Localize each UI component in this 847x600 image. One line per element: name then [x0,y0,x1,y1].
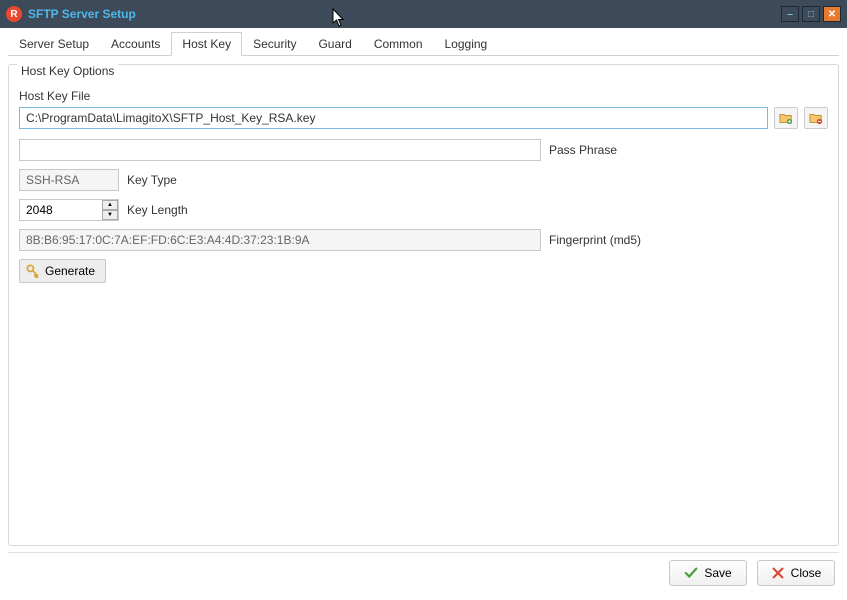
content-area: Server Setup Accounts Host Key Security … [0,28,847,600]
save-button[interactable]: Save [669,560,747,586]
tab-bar: Server Setup Accounts Host Key Security … [8,32,839,56]
titlebar: R SFTP Server Setup ‒ □ ✕ [0,0,847,28]
generate-button[interactable]: Generate [19,259,106,283]
key-length-label: Key Length [127,203,188,217]
clear-file-button[interactable] [804,107,828,129]
key-length-down-button[interactable]: ▼ [102,210,118,220]
window-title: SFTP Server Setup [28,7,781,21]
tab-guard[interactable]: Guard [307,32,362,55]
save-button-label: Save [704,566,731,580]
minimize-button[interactable]: ‒ [781,6,799,22]
host-key-options-group: Host Key Options Host Key File [8,64,839,546]
fingerprint-input [19,229,541,251]
host-key-file-input[interactable] [19,107,768,129]
close-window-button[interactable]: ✕ [823,6,841,22]
tab-accounts[interactable]: Accounts [100,32,171,55]
dialog-footer: Save Close [8,552,839,592]
key-type-label: Key Type [127,173,177,187]
pass-phrase-input[interactable] [19,139,541,161]
browse-file-button[interactable] [774,107,798,129]
close-icon [771,566,785,580]
tab-common[interactable]: Common [363,32,434,55]
key-icon [26,264,40,278]
generate-button-label: Generate [45,264,95,278]
app-icon: R [6,6,22,22]
close-button[interactable]: Close [757,560,835,586]
folder-open-icon [779,111,793,125]
tab-logging[interactable]: Logging [434,32,499,55]
check-icon [684,566,698,580]
folder-remove-icon [809,111,823,125]
fingerprint-label: Fingerprint (md5) [549,233,641,247]
key-length-spinner[interactable]: ▲ ▼ [19,199,119,221]
tab-server-setup[interactable]: Server Setup [8,32,100,55]
close-button-label: Close [791,566,822,580]
key-type-input [19,169,119,191]
group-title: Host Key Options [17,64,118,78]
tab-security[interactable]: Security [242,32,307,55]
pass-phrase-label: Pass Phrase [549,143,617,157]
window-controls: ‒ □ ✕ [781,6,841,22]
tab-host-key[interactable]: Host Key [171,32,242,56]
maximize-button[interactable]: □ [802,6,820,22]
key-length-up-button[interactable]: ▲ [102,200,118,210]
host-key-file-label: Host Key File [19,89,828,103]
